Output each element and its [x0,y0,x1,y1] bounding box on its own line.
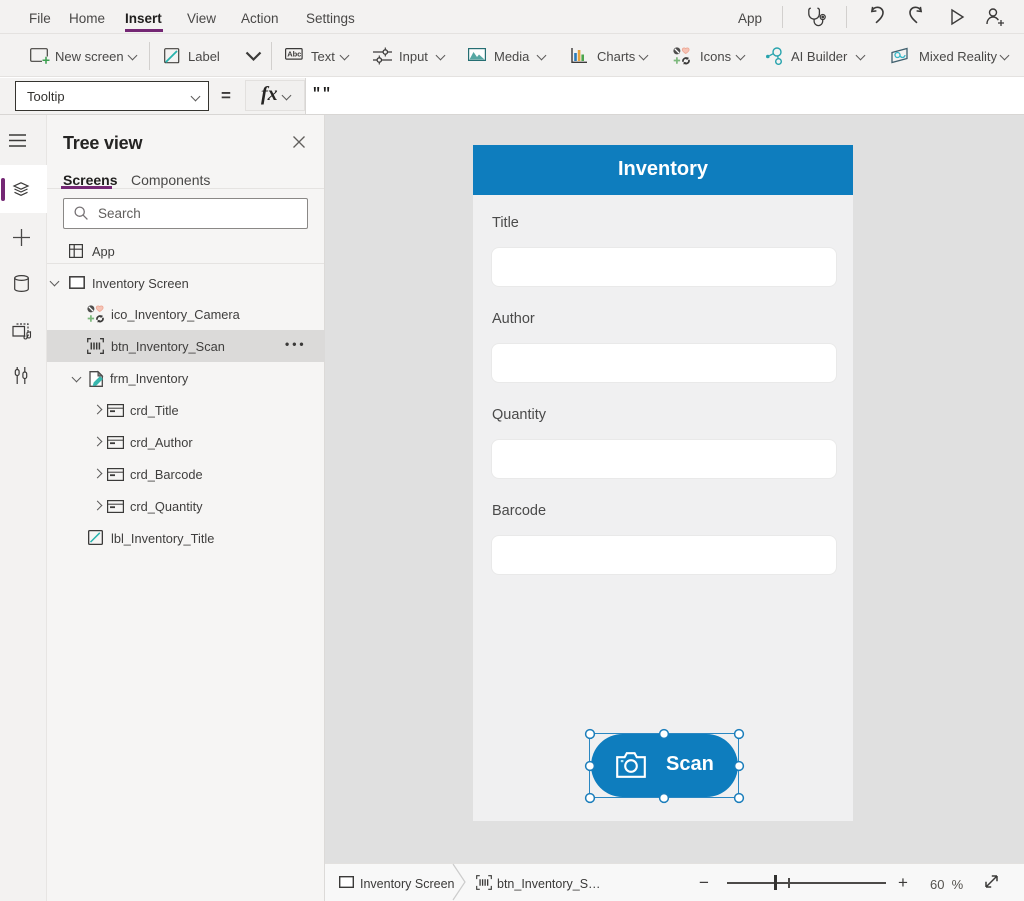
svg-text:Abc: Abc [287,50,301,59]
